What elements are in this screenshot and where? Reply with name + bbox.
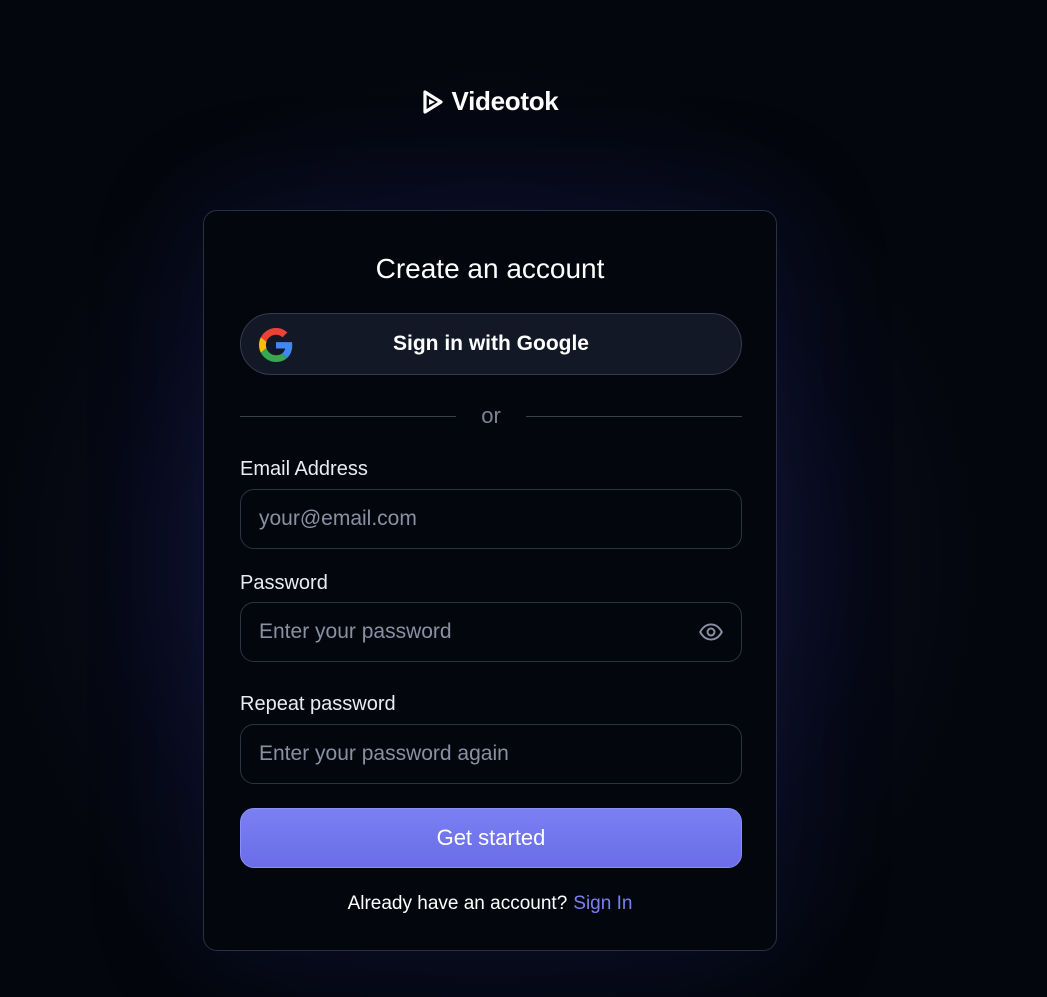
password-input[interactable] bbox=[241, 603, 698, 661]
divider-text: or bbox=[481, 403, 501, 428]
divider-line-left bbox=[240, 415, 456, 417]
repeat-password-label: Repeat password bbox=[240, 693, 396, 715]
email-field-wrapper bbox=[240, 489, 742, 549]
google-signin-button[interactable]: Sign in with Google bbox=[240, 313, 742, 375]
google-button-label: Sign in with Google bbox=[393, 332, 589, 355]
signin-prompt-text: Already have an account? bbox=[347, 893, 568, 914]
eye-icon[interactable] bbox=[698, 619, 724, 645]
email-input[interactable] bbox=[241, 490, 741, 548]
email-label: Email Address bbox=[240, 458, 368, 480]
signup-card: Create an account Sign in with Google or… bbox=[203, 210, 777, 951]
repeat-password-input[interactable] bbox=[241, 725, 741, 783]
brand-name: Videotok bbox=[451, 86, 559, 116]
divider-line-right bbox=[526, 415, 742, 417]
play-logo-icon bbox=[422, 89, 443, 114]
brand-logo[interactable]: Videotok bbox=[0, 86, 980, 117]
get-started-label: Get started bbox=[436, 825, 546, 850]
signin-link[interactable]: Sign In bbox=[573, 893, 632, 914]
password-field-wrapper bbox=[240, 602, 742, 662]
google-icon bbox=[259, 328, 293, 362]
repeat-password-field-wrapper bbox=[240, 724, 742, 784]
or-divider: or bbox=[240, 403, 742, 429]
signin-prompt: Already have an account? Sign In bbox=[204, 893, 776, 915]
password-label: Password bbox=[240, 572, 328, 594]
page-title: Create an account bbox=[375, 253, 605, 284]
get-started-button[interactable]: Get started bbox=[240, 808, 742, 868]
